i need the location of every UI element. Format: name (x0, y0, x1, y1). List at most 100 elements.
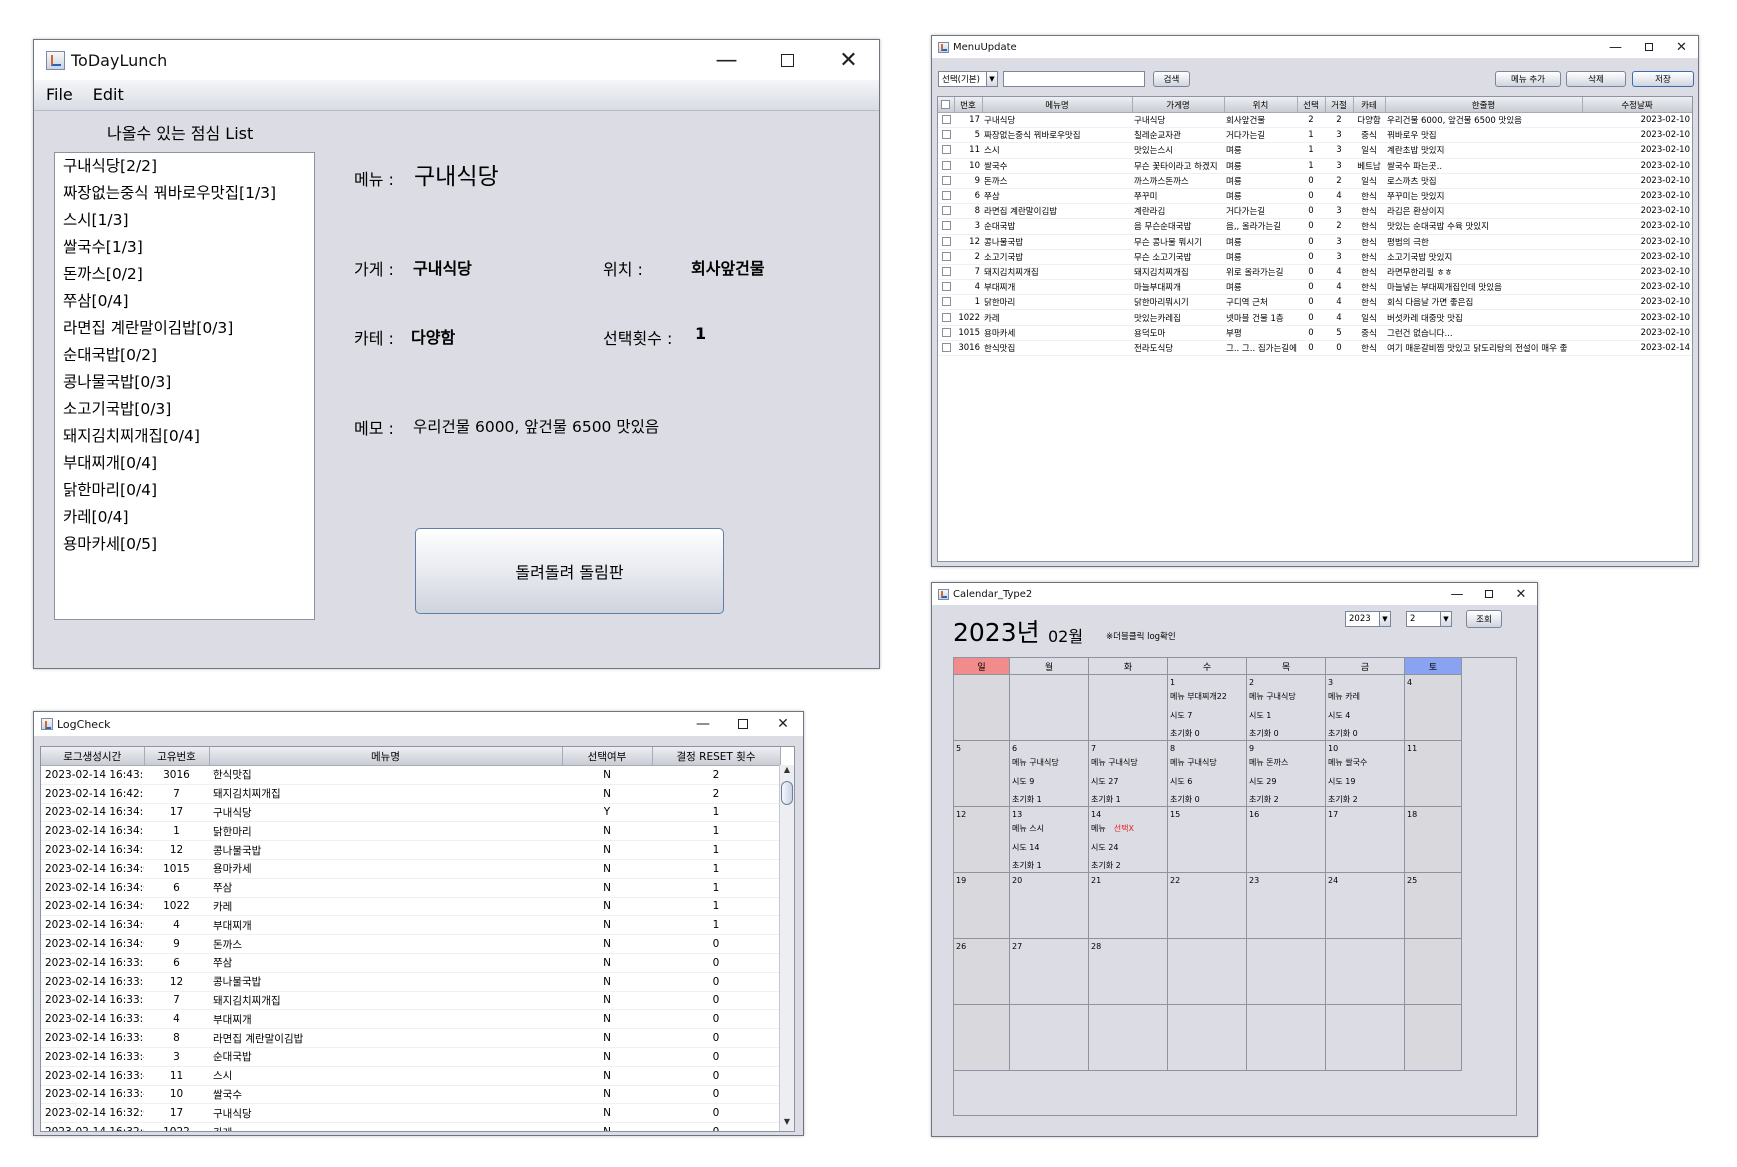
table-cell[interactable]: 2023-02-10 (1582, 188, 1692, 205)
calendar-day-cell[interactable]: 14 메뉴 선택X 시도 24 초기화 2 (1089, 807, 1168, 873)
table-cell[interactable]: 한식 (1353, 234, 1385, 250)
table-cell[interactable]: 10 (144, 1085, 209, 1105)
menu-column-header[interactable] (938, 97, 955, 113)
table-cell[interactable]: 0 (652, 1028, 780, 1048)
table-cell[interactable]: 4 (1325, 294, 1353, 311)
table-cell[interactable]: 며룡 (1224, 158, 1297, 174)
table-cell[interactable]: 라면집 계란말이김밥 (209, 1028, 562, 1048)
row-select-cell[interactable] (938, 309, 954, 326)
table-row[interactable]: 6 쭈삼 쭈꾸미 며룡 0 4 한식 쭈꾸미는 맛있지 2023-02-10 (938, 188, 1692, 205)
table-cell[interactable]: 2023-02-14 16:33:51.0 (41, 1009, 144, 1030)
maximize-button[interactable] (757, 40, 818, 80)
table-cell[interactable]: 용덕도마 (1132, 325, 1224, 341)
table-row[interactable]: 2023-02-14 16:43:53.03016한식맛집N2 (41, 765, 780, 785)
calendar-day-cell[interactable] (1247, 1005, 1326, 1071)
table-cell[interactable]: 2023-02-14 16:33:58.0 (41, 953, 144, 973)
table-cell[interactable]: 9 (144, 934, 209, 954)
table-cell[interactable]: 2023-02-10 (1582, 203, 1692, 220)
row-checkbox[interactable] (941, 145, 951, 155)
table-cell[interactable]: 2023-02-14 16:32:02.0 (41, 1122, 144, 1131)
table-cell[interactable]: 2 (1297, 112, 1325, 129)
table-cell[interactable]: 며룡 (1224, 188, 1297, 205)
table-cell[interactable]: 2023-02-10 (1582, 158, 1692, 174)
calendar-day-cell[interactable]: 19 (954, 873, 1010, 939)
row-select-cell[interactable] (938, 279, 954, 296)
calendar-day-cell[interactable]: 20 (1010, 873, 1089, 939)
calendar-day-cell[interactable]: 1 메뉴 부대찌개22 시도 7 초기화 0 (1168, 675, 1247, 741)
menu-column-header[interactable]: 거절 (1325, 97, 1354, 113)
calendar-day-cell[interactable] (1326, 1005, 1405, 1071)
row-checkbox[interactable] (941, 282, 951, 292)
table-cell[interactable]: 2023-02-14 16:33:55.0 (41, 991, 144, 1011)
table-row[interactable]: 9 돈까스 까스까스돈까스 며룡 0 2 일식 로스까츠 맛집 2023-02-10 (938, 173, 1692, 189)
table-cell[interactable]: 구내식당 (982, 112, 1132, 129)
row-select-cell[interactable] (938, 112, 954, 129)
calendar-day-cell[interactable] (954, 675, 1010, 741)
table-cell[interactable]: 베트남 (1353, 158, 1385, 174)
table-cell[interactable]: 2023-02-14 16:34:00.0 (41, 934, 144, 954)
table-cell[interactable]: 회식 다음날 가면 좋은집 (1385, 294, 1582, 311)
log-column-header[interactable]: 선택여부 (562, 747, 653, 766)
calendar-day-cell[interactable] (1326, 939, 1405, 1005)
table-row[interactable]: 2023-02-14 16:34:16.017구내식당Y1 (41, 803, 780, 823)
table-cell[interactable]: 2023-02-14 16:34:13.0 (41, 821, 144, 842)
table-cell[interactable]: 소고기국밥 (982, 249, 1132, 265)
table-cell[interactable]: 2023-02-10 (1582, 234, 1692, 250)
table-cell[interactable]: N (562, 1028, 652, 1048)
row-select-cell[interactable] (938, 142, 954, 159)
log-column-header[interactable]: 고유번호 (144, 747, 210, 766)
table-row[interactable]: 2023-02-14 16:34:09.01015용마카세N1 (41, 859, 780, 879)
table-row[interactable]: 2023-02-14 16:33:48.03순대국밥N0 (41, 1047, 780, 1067)
calendar-day-cell[interactable]: 26 (954, 939, 1010, 1005)
table-cell[interactable]: 2 (652, 765, 780, 785)
table-cell[interactable]: 구디역 근처 (1224, 294, 1297, 311)
lunch-list-item[interactable]: 순대국밥[0/2] (55, 342, 314, 369)
table-cell[interactable]: 3 (1325, 249, 1353, 265)
calendar-day-cell[interactable]: 16 (1247, 807, 1326, 873)
table-cell[interactable]: Y (562, 803, 652, 823)
table-cell[interactable]: 1015 (954, 325, 982, 341)
table-cell[interactable]: 마늘부대찌개 (1132, 279, 1224, 296)
table-cell[interactable]: N (562, 915, 652, 936)
table-cell[interactable]: 돼지김치찌개집 (1132, 264, 1224, 281)
table-cell[interactable]: 0 (1297, 309, 1325, 326)
table-cell[interactable]: 쭈꾸미는 맛있지 (1385, 188, 1582, 205)
table-cell[interactable]: 7 (144, 784, 209, 804)
table-cell[interactable]: 일식 (1353, 309, 1385, 326)
table-cell[interactable]: 돼지김치찌개집 (982, 264, 1132, 281)
table-cell[interactable]: 0 (1297, 264, 1325, 281)
table-cell[interactable]: 0 (652, 1066, 780, 1086)
table-row[interactable]: 2023-02-14 16:32:07.017구내식당N0 (41, 1103, 780, 1124)
table-cell[interactable]: 4 (144, 915, 209, 936)
maximize-button[interactable] (1473, 583, 1505, 605)
table-cell[interactable]: N (562, 784, 652, 804)
table-cell[interactable]: 한식 (1353, 249, 1385, 265)
table-cell[interactable]: 0 (652, 1085, 780, 1105)
row-checkbox[interactable] (941, 251, 951, 261)
log-column-header[interactable]: 메뉴명 (209, 747, 563, 766)
table-row[interactable]: 2023-02-14 16:34:00.09돈까스N0 (41, 934, 780, 954)
table-cell[interactable]: 2023-02-10 (1582, 264, 1692, 281)
calendar-day-cell[interactable] (1168, 1005, 1247, 1071)
table-cell[interactable]: 0 (1297, 294, 1325, 311)
lunch-list-item[interactable]: 스시[1/3] (55, 207, 314, 234)
menu-column-header[interactable]: 위치 (1224, 97, 1298, 113)
menu-column-header[interactable]: 번호 (954, 97, 983, 113)
table-cell[interactable]: 0 (1297, 249, 1325, 265)
table-cell[interactable]: 우리건물 6000, 앞건물 6500 맛있음 (1385, 112, 1582, 129)
table-cell[interactable]: 넷마블 건물 1층 (1224, 309, 1297, 326)
table-row[interactable]: 2023-02-14 16:33:58.06쭈삼N0 (41, 953, 780, 973)
search-input[interactable] (1003, 71, 1145, 87)
table-cell[interactable]: 1022 (144, 897, 209, 917)
calendar-day-cell[interactable] (1168, 939, 1247, 1005)
table-cell[interactable]: 2023-02-14 16:32:07.0 (41, 1103, 144, 1124)
lunch-list-item[interactable]: 쭈삼[0/4] (55, 288, 314, 315)
table-row[interactable]: 11 스시 맛있는스시 며룡 1 3 일식 계란초밥 맛있지 2023-02-10 (938, 142, 1692, 159)
table-cell[interactable]: 2023-02-10 (1582, 325, 1692, 341)
calendar-day-cell[interactable]: 5 (954, 741, 1010, 807)
table-cell[interactable]: 6 (144, 953, 209, 973)
table-cell[interactable]: 3 (1325, 142, 1353, 159)
table-cell[interactable]: 며룡 (1224, 279, 1297, 296)
table-cell[interactable]: 돼지김치찌개집 (209, 784, 562, 804)
table-cell[interactable]: 한식맛집 (982, 340, 1132, 357)
